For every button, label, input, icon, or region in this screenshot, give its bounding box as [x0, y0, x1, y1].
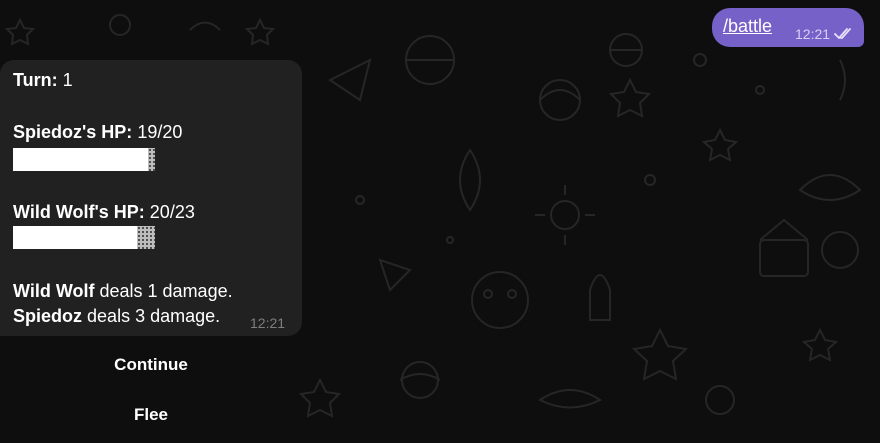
turn-value: 1: [62, 70, 73, 90]
battle-log-entry: Wild Wolf deals 1 damage.: [13, 281, 233, 302]
incoming-message-time: 12:21: [250, 315, 286, 331]
player-hp-label: Spiedoz's HP:: [13, 122, 133, 142]
turn-line: Turn: 1: [13, 70, 73, 91]
player-hp-bar-fill: [13, 148, 148, 171]
outgoing-message-meta: 12:21: [795, 26, 854, 42]
player-hp-bar: [13, 148, 155, 171]
player-hp-bar-missing: [148, 148, 155, 171]
player-hp-line: Spiedoz's HP: 19/20: [13, 122, 182, 143]
battle-log-entry: Spiedoz deals 3 damage.: [13, 306, 220, 327]
battle-log-actor: Wild Wolf: [13, 281, 95, 301]
double-check-icon: [834, 28, 854, 40]
battle-log-text: deals 3 damage.: [87, 306, 221, 326]
flee-button[interactable]: Flee: [0, 393, 302, 437]
enemy-hp-bar-missing: [137, 226, 155, 249]
battle-status-message: Turn: 1 Spiedoz's HP: 19/20 Wild Wolf's …: [0, 60, 302, 336]
outgoing-message-bubble: /battle 12:21: [712, 8, 864, 47]
enemy-hp-bar-fill: [13, 226, 137, 249]
player-hp-value: 19/20: [137, 122, 183, 142]
enemy-hp-bar: [13, 226, 155, 249]
continue-button[interactable]: Continue: [0, 343, 302, 387]
enemy-hp-line: Wild Wolf's HP: 20/23: [13, 202, 195, 223]
battle-log-actor: Spiedoz: [13, 306, 83, 326]
outgoing-message-time: 12:21: [795, 26, 831, 42]
battle-command-link[interactable]: /battle: [723, 16, 772, 37]
enemy-hp-value: 20/23: [149, 202, 195, 222]
battle-log-text: deals 1 damage.: [99, 281, 233, 301]
enemy-hp-label: Wild Wolf's HP:: [13, 202, 145, 222]
turn-label: Turn:: [13, 70, 58, 90]
